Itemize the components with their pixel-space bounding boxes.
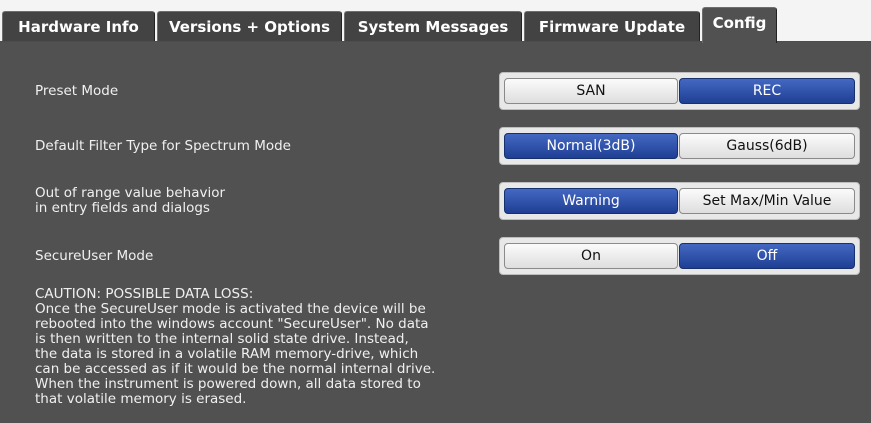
default-filter-toggle: Normal(3dB) Gauss(6dB) [499, 127, 860, 165]
tab-versions-options[interactable]: Versions + Options [157, 11, 342, 42]
tab-firmware-update[interactable]: Firmware Update [524, 11, 700, 42]
filter-gauss-6db-button[interactable]: Gauss(6dB) [679, 133, 855, 159]
tab-system-messages[interactable]: System Messages [344, 11, 522, 42]
tab-config[interactable]: Config [702, 7, 777, 43]
secureuser-mode-label: SecureUser Mode [35, 248, 154, 264]
out-of-range-toggle: Warning Set Max/Min Value [499, 182, 860, 220]
tab-bar: Hardware Info Versions + Options System … [0, 0, 871, 43]
tab-hardware-info[interactable]: Hardware Info [2, 11, 155, 42]
set-max-min-value-button[interactable]: Set Max/Min Value [679, 188, 855, 214]
default-filter-label: Default Filter Type for Spectrum Mode [35, 138, 291, 154]
preset-mode-san-button[interactable]: SAN [504, 78, 678, 104]
preset-mode-rec-button[interactable]: REC [679, 78, 855, 104]
out-of-range-label-line1: Out of range value behavior [35, 185, 226, 201]
caution-line: that volatile memory is erased. [35, 391, 247, 407]
caution-text: CAUTION: POSSIBLE DATA LOSS: Once the Se… [35, 287, 505, 407]
preset-mode-label: Preset Mode [35, 83, 119, 99]
caution-line: Once the SecureUser mode is activated th… [35, 301, 426, 317]
caution-line: rebooted into the windows account "Secur… [35, 316, 429, 332]
secureuser-mode-toggle: On Off [499, 237, 860, 275]
preset-mode-toggle: SAN REC [499, 72, 860, 110]
caution-line: CAUTION: POSSIBLE DATA LOSS: [35, 286, 254, 302]
caution-line: the data is stored in a volatile RAM mem… [35, 346, 419, 362]
warning-button[interactable]: Warning [504, 188, 678, 214]
secureuser-on-button[interactable]: On [504, 243, 678, 269]
out-of-range-label-line2: in entry fields and dialogs [35, 200, 210, 216]
caution-line: is then written to the internal solid st… [35, 331, 409, 347]
caution-line: can be accessed as if it would be the no… [35, 361, 436, 377]
secureuser-off-button[interactable]: Off [679, 243, 855, 269]
caution-line: When the instrument is powered down, all… [35, 376, 421, 392]
filter-normal-3db-button[interactable]: Normal(3dB) [504, 133, 678, 159]
